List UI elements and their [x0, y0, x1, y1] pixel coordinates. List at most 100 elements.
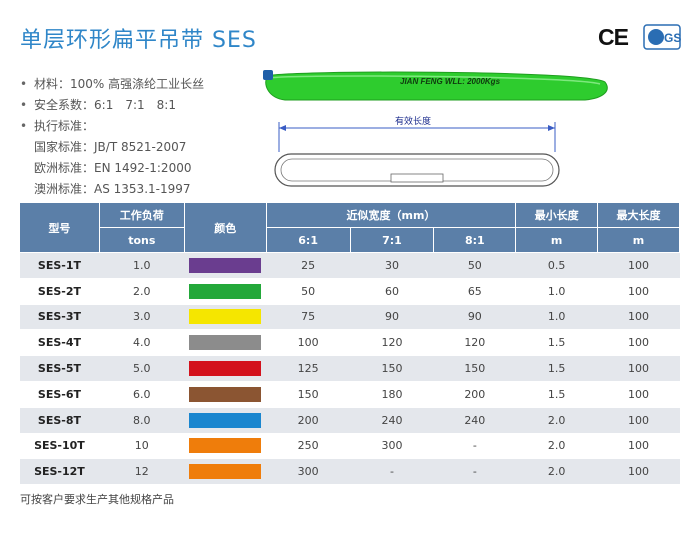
table-row: SES-1T 1.0 25 30 50 0.5 100 — [19, 252, 680, 279]
standard-spec: • 执行标准： — [20, 119, 95, 133]
width-6-cell: 250 — [266, 433, 351, 460]
width-7-cell: 60 — [350, 278, 434, 305]
header-max-unit: m — [597, 227, 680, 253]
header-max-length: 最大长度 — [597, 202, 680, 228]
header-model: 型号 — [19, 202, 100, 253]
width-7-cell: 240 — [350, 407, 434, 434]
color-cell — [184, 407, 267, 434]
width-8-cell: 90 — [433, 304, 516, 331]
header-wll: 工作负荷 — [98, 202, 185, 228]
standard-european: 欧洲标准：EN 1492-1:2000 — [34, 161, 192, 175]
header-min-length: 最小长度 — [515, 202, 599, 228]
max-length-cell: 100 — [597, 278, 680, 305]
max-length-cell: 100 — [597, 407, 680, 434]
wll-cell: 6.0 — [99, 381, 185, 408]
width-6-cell: 125 — [266, 355, 351, 382]
width-7-cell: 90 — [350, 304, 434, 331]
color-cell — [184, 355, 267, 382]
min-length-cell: 0.5 — [515, 252, 598, 279]
standard-australian: 澳洲标准：AS 1353.1-1997 — [34, 182, 191, 196]
model-cell: SES-8T — [19, 407, 100, 434]
max-length-cell: 100 — [597, 458, 680, 486]
color-cell — [184, 458, 267, 486]
color-cell — [184, 252, 267, 279]
width-8-cell: 50 — [433, 252, 516, 279]
width-7-cell: 150 — [350, 355, 434, 382]
table-row: SES-10T 10 250 300-2.0 100 — [19, 433, 680, 460]
certification-marks: CE GS — [598, 24, 681, 50]
width-6-cell: 100 — [266, 329, 351, 357]
width-7-cell: 180 — [350, 381, 434, 408]
sling-illustration: JIAN FENG WLL: 2000Kgs 有效长度 — [263, 70, 608, 187]
header-ratio-8: 8:1 — [433, 227, 517, 253]
max-length-cell: 100 — [597, 355, 680, 382]
model-cell: SES-1T — [19, 252, 100, 279]
color-cell — [184, 433, 267, 460]
min-length-cell: 1.5 — [515, 329, 598, 357]
sling-print-text: JIAN FENG WLL: 2000Kgs — [400, 77, 501, 86]
width-6-cell: 25 — [266, 252, 351, 279]
header-wll-unit: tons — [98, 227, 185, 253]
svg-text:GS: GS — [664, 31, 681, 45]
material-spec: • 材料：100% 高强涤纶工业长丝 — [20, 77, 205, 91]
wll-cell: 5.0 — [99, 355, 185, 382]
table-row: SES-5T 5.0 125 150 150 1.5 100 — [19, 355, 680, 382]
color-swatch — [189, 335, 262, 351]
safety-factor-spec: • 安全系数：6:1 7:1 8:1 — [20, 98, 176, 112]
min-length-cell: 1.5 — [515, 355, 598, 382]
max-length-cell: 100 — [597, 304, 680, 331]
color-swatch — [189, 438, 262, 454]
width-7-cell: 30 — [350, 252, 434, 279]
width-8-cell: 150 — [433, 355, 516, 382]
width-6-cell: 75 — [266, 304, 351, 331]
gs-mark: GS — [643, 24, 681, 50]
spec-list: • 材料：100% 高强涤纶工业长丝 • 安全系数：6:1 7:1 8:1 • 执行标准：… — [20, 74, 204, 200]
sling-flat-view — [274, 153, 560, 187]
model-cell: SES-5T — [19, 355, 100, 382]
model-cell: SES-3T — [19, 304, 100, 331]
header-min-unit: m — [515, 227, 599, 253]
page-title: 单层环形扁平吊带 SES — [20, 28, 257, 53]
header-color: 颜色 — [183, 202, 267, 253]
width-8-cell: 120 — [433, 329, 516, 357]
min-length-cell: 2.0 — [515, 458, 598, 486]
color-swatch — [189, 309, 262, 325]
max-length-cell: 100 — [597, 433, 680, 460]
wll-cell: 4.0 — [99, 329, 185, 357]
width-8-cell: 240 — [433, 407, 516, 434]
color-swatch — [189, 283, 262, 299]
header-width: 近似宽度（mm） — [265, 202, 517, 228]
width-7-cell: - — [350, 458, 434, 486]
wll-cell: 3.0 — [99, 304, 185, 331]
model-cell: SES-12T — [19, 458, 100, 486]
color-swatch — [189, 257, 262, 273]
min-length-cell: 1.0 — [515, 278, 598, 305]
header-ratio-7: 7:1 — [349, 227, 435, 253]
table-row: SES-3T 3.0 75 90 90 1.0 100 — [19, 304, 680, 331]
wll-cell: 10 — [99, 433, 185, 460]
wll-cell: 2.0 — [99, 278, 185, 305]
width-6-cell: 200 — [266, 407, 351, 434]
table-body: SES-1T 1.0 25 30 50 0.5 100 SES-2T 2.0 50 60 65 1.0 1… — [19, 252, 680, 486]
model-cell: SES-2T — [19, 278, 100, 305]
model-cell: SES-4T — [19, 329, 100, 357]
color-swatch — [189, 464, 262, 480]
max-length-cell: 100 — [597, 381, 680, 408]
width-7-cell: 300 — [350, 433, 434, 460]
width-6-cell: 50 — [266, 278, 351, 305]
sling-3d-view: JIAN FENG WLL: 2000Kgs — [263, 70, 608, 101]
color-swatch — [189, 361, 262, 377]
effective-length-label: 有效长度 — [395, 115, 431, 127]
table-row: SES-4T 4.0 100 120 120 1.5 100 — [19, 329, 680, 357]
min-length-cell: 2.0 — [515, 407, 598, 434]
header-ratio-6: 6:1 — [265, 227, 351, 253]
wll-cell: 1.0 — [99, 252, 185, 279]
model-cell: SES-10T — [19, 433, 100, 460]
max-length-cell: 100 — [597, 329, 680, 357]
table-row: SES-8T 8.0 200 240 240 2.0 100 — [19, 407, 680, 434]
width-8-cell: 65 — [433, 278, 516, 305]
width-6-cell: 150 — [266, 381, 351, 408]
color-cell — [184, 329, 267, 357]
spec-table: 型号 工作负荷 颜色 近似宽度（mm） 最小长度 最大长度 tons 6:1 7… — [19, 202, 680, 486]
width-6-cell: 300 — [266, 458, 351, 486]
